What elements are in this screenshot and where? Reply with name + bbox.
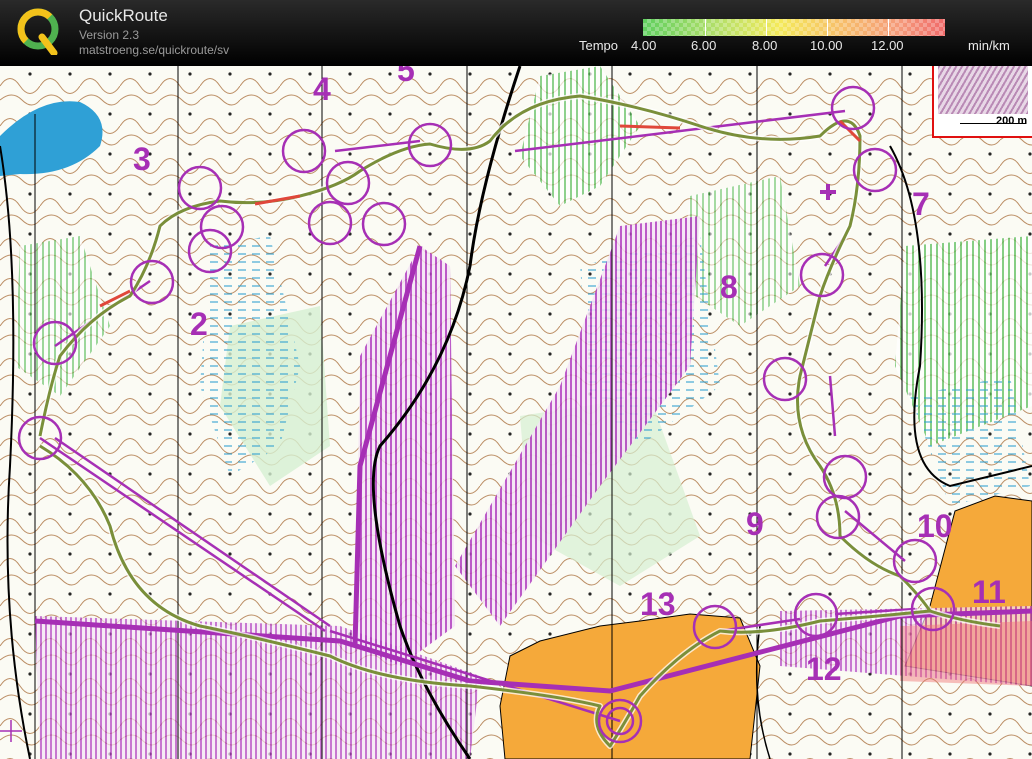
tempo-tick-label: 10.00 xyxy=(810,38,843,53)
scale-label: 200 m xyxy=(996,115,1028,127)
tempo-tick xyxy=(888,19,889,36)
control-number: 3 xyxy=(133,141,151,177)
control-number: 5 xyxy=(397,66,415,88)
tempo-tick xyxy=(827,19,828,36)
tempo-color-scale xyxy=(643,19,945,36)
control-number: 4 xyxy=(313,71,331,107)
tempo-tick-label: 6.00 xyxy=(691,38,717,53)
orienteering-map[interactable]: 2 3 4 5 7 8 9 10 11 12 13 xyxy=(0,66,1032,759)
control-number: 10 xyxy=(917,508,953,544)
control-number: 11 xyxy=(972,574,1006,610)
tempo-label: Tempo xyxy=(579,38,619,53)
control-number: 2 xyxy=(190,306,208,342)
control-number: 13 xyxy=(640,586,676,622)
app-header: QuickRoute Version 2.3 matstroeng.se/qui… xyxy=(0,0,1032,66)
app-url: matstroeng.se/quickroute/sv xyxy=(79,43,230,57)
quickroute-logo-icon xyxy=(17,8,59,55)
app-version: Version 2.3 xyxy=(79,28,140,42)
app-title: QuickRoute xyxy=(79,6,168,25)
tempo-tick-label: 4.00 xyxy=(631,38,657,53)
tempo-unit: min/km xyxy=(968,38,1010,53)
tempo-tick xyxy=(705,19,706,36)
tempo-tick xyxy=(766,19,767,36)
overview-thumbnail xyxy=(938,66,1028,114)
map-graphics xyxy=(0,66,1032,759)
control-number: 8 xyxy=(720,269,738,305)
overview-inset[interactable]: 200 m xyxy=(932,66,1032,138)
tempo-tick-label: 8.00 xyxy=(752,38,778,53)
tempo-tick-label: 12.00 xyxy=(871,38,904,53)
control-number: 9 xyxy=(746,506,764,542)
control-number: 12 xyxy=(806,651,842,687)
control-number: 7 xyxy=(912,186,930,222)
